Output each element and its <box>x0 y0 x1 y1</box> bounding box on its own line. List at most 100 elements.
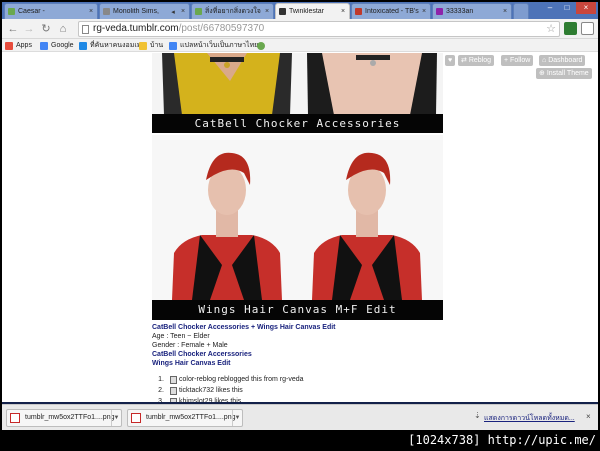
url-host: rg-veda.tumblr.com <box>93 23 179 34</box>
tab-thai-page[interactable]: สิ่งที่อยากสิ่งดวงใจ × <box>191 3 274 19</box>
tab-close-icon[interactable]: × <box>263 8 271 15</box>
bookmark-star-icon[interactable]: ☆ <box>546 22 556 36</box>
tab-favicon-icon <box>195 8 202 15</box>
speaker-icon: ◂ <box>171 8 175 16</box>
bookmark-apps[interactable]: Apps <box>5 40 32 51</box>
download-arrow-icon: ⇣ <box>474 411 481 420</box>
tab-intoxicated[interactable]: Intoxicated - TB's × <box>351 3 431 19</box>
post-description: CatBell Chocker Accessories + Wings Hair… <box>152 323 443 368</box>
show-all-downloads-link[interactable]: แสดงการดาวน์โหลดทั้งหมด... <box>484 413 575 424</box>
forward-button[interactable]: → <box>22 22 36 36</box>
bookmarks-bar: Apps Google ที่คันหาคนงอมเมนู บ้าน แปลหน… <box>2 39 598 52</box>
tab-favicon-icon <box>103 8 110 15</box>
note-item: 2. ticktack732 likes this <box>152 385 443 396</box>
bookmark-label: ที่คันหาคนงอมเมนู <box>90 42 147 49</box>
maximize-button[interactable]: □ <box>559 2 575 14</box>
home-button[interactable]: ⌂ <box>56 22 70 36</box>
bookmark-label: Google <box>51 42 74 49</box>
screenshot-frame: Caesar - × Monolith Sims, ◂ × สิ่งที่อยา… <box>0 0 600 451</box>
install-theme-button[interactable]: ⊕ Install Theme <box>536 68 592 79</box>
tab-monolith[interactable]: Monolith Sims, ◂ × <box>99 3 190 19</box>
bookmark-label: แปลหน้าเว็บเป็นภาษาไทย... <box>180 42 265 49</box>
bookmark-google[interactable]: Google <box>40 40 74 51</box>
tab-label: Intoxicated - TB's <box>365 8 419 15</box>
tab-close-icon[interactable]: × <box>420 8 428 15</box>
tab-caesar[interactable]: Caesar - × <box>4 3 98 19</box>
minimize-button[interactable]: – <box>542 2 558 14</box>
leaf-icon <box>257 41 265 50</box>
tab-close-icon[interactable]: × <box>179 8 187 15</box>
post-image-chokers: CatBell Chocker Accessories <box>152 53 443 133</box>
google-icon <box>40 41 48 50</box>
chevron-down-icon[interactable]: ▼ <box>111 410 121 426</box>
tab-33333an[interactable]: 33333an × <box>432 3 512 19</box>
image-file-icon <box>10 413 20 423</box>
tab-label: Caesar - <box>18 8 45 15</box>
chevron-down-icon[interactable]: ▼ <box>232 410 242 426</box>
apps-grid-icon <box>5 41 13 50</box>
reload-button[interactable]: ↻ <box>39 22 53 36</box>
follow-label: Follow <box>510 57 531 64</box>
back-button[interactable]: ← <box>6 22 20 36</box>
follow-button[interactable]: + Follow <box>501 55 534 66</box>
close-download-shelf-button[interactable]: × <box>586 412 591 421</box>
globe-icon <box>79 41 87 50</box>
folder-icon <box>139 41 147 50</box>
post-title-link[interactable]: CatBell Chocker Accessories + Wings Hair… <box>152 323 443 332</box>
image-caption-chokers: CatBell Chocker Accessories <box>152 114 443 133</box>
download-filename: tumblr_mw5ox2TTFo1....png <box>146 414 236 421</box>
download-shelf: tumblr_mw5ox2TTFo1....png ▼ tumblr_mw5ox… <box>2 404 598 430</box>
post-age-line: Age : Teen ~ Elder <box>152 333 210 340</box>
image-caption-hair: Wings Hair Canvas M+F Edit <box>152 300 443 320</box>
tab-label: Monolith Sims, <box>113 8 159 15</box>
image-host-watermark: [1024x738] http://upic.me/ <box>408 433 596 447</box>
tab-close-icon[interactable]: × <box>87 8 95 15</box>
close-window-button[interactable]: × <box>576 2 596 14</box>
post-image-hair: Wings Hair Canvas M+F Edit <box>152 135 443 320</box>
download-item[interactable]: tumblr_mw5ox2TTFo1....png ▼ <box>6 409 122 427</box>
page-icon <box>82 25 89 34</box>
menu-icon[interactable] <box>581 22 594 35</box>
notes-list: 1. color-reblog reblogged this from rg-v… <box>152 374 443 404</box>
tab-favicon-icon <box>8 8 15 15</box>
note-number: 1. <box>158 376 164 383</box>
reblog-button[interactable]: ⇄ Reblog <box>458 55 494 66</box>
tab-favicon-icon <box>279 8 286 15</box>
download-link-choker[interactable]: CatBell Chocker Accerssories <box>152 350 443 359</box>
tab-favicon-icon <box>355 8 362 15</box>
avatar[interactable] <box>170 375 177 384</box>
tab-label: 33333an <box>446 8 474 15</box>
browser-toolbar: ← → ↻ ⌂ rg-veda.tumblr.com/post/66780597… <box>2 19 598 39</box>
bookmark-label: บ้าน <box>150 42 164 49</box>
heart-like-button[interactable]: ♥ <box>445 55 456 66</box>
bookmark-translate[interactable]: แปลหน้าเว็บเป็นภาษาไทย... <box>169 40 264 51</box>
translate-icon <box>169 41 177 50</box>
download-item[interactable]: tumblr_mw5ox2TTFo1....png ▼ <box>127 409 243 427</box>
dashboard-label: Dashboard <box>548 57 583 64</box>
address-bar[interactable]: rg-veda.tumblr.com/post/66780597370 ☆ <box>78 21 560 37</box>
new-tab-button[interactable] <box>513 3 529 19</box>
page-content: ♥ ⇄ Reblog + Follow ⌂ Dashboard ⊕ Instal… <box>2 53 598 404</box>
download-link-hair[interactable]: Wings Hair Canvas Edit <box>152 359 443 368</box>
tab-close-icon[interactable]: × <box>501 8 509 15</box>
tab-label: สิ่งที่อยากสิ่งดวงใจ <box>205 8 261 15</box>
reblog-label: Reblog <box>468 57 491 64</box>
bookmark-label: Apps <box>16 42 32 49</box>
tab-favicon-icon <box>436 8 443 15</box>
tab-twinklestar[interactable]: Twinklestar × <box>275 3 350 19</box>
bookmark-home-folder[interactable]: บ้าน <box>139 40 163 51</box>
download-filename: tumblr_mw5ox2TTFo1....png <box>25 414 115 421</box>
hair-models-figure <box>172 152 422 300</box>
bookmark-thai-search[interactable]: ที่คันหาคนงอมเมนู <box>79 40 146 51</box>
avatar[interactable] <box>170 386 177 395</box>
tab-label: Twinklestar <box>289 8 325 15</box>
bookmark-leaf[interactable] <box>257 40 268 51</box>
image-file-icon <box>131 413 141 423</box>
blog-post: CatBell Chocker Accessories Wings Hair C… <box>152 53 443 404</box>
tab-close-icon[interactable]: × <box>339 8 347 15</box>
note-item: 1. color-reblog reblogged this from rg-v… <box>152 374 443 385</box>
note-number: 2. <box>158 387 164 394</box>
extension-icon[interactable] <box>564 22 577 35</box>
url-path: /post/66780597370 <box>178 23 265 34</box>
dashboard-button[interactable]: ⌂ Dashboard <box>539 55 586 66</box>
